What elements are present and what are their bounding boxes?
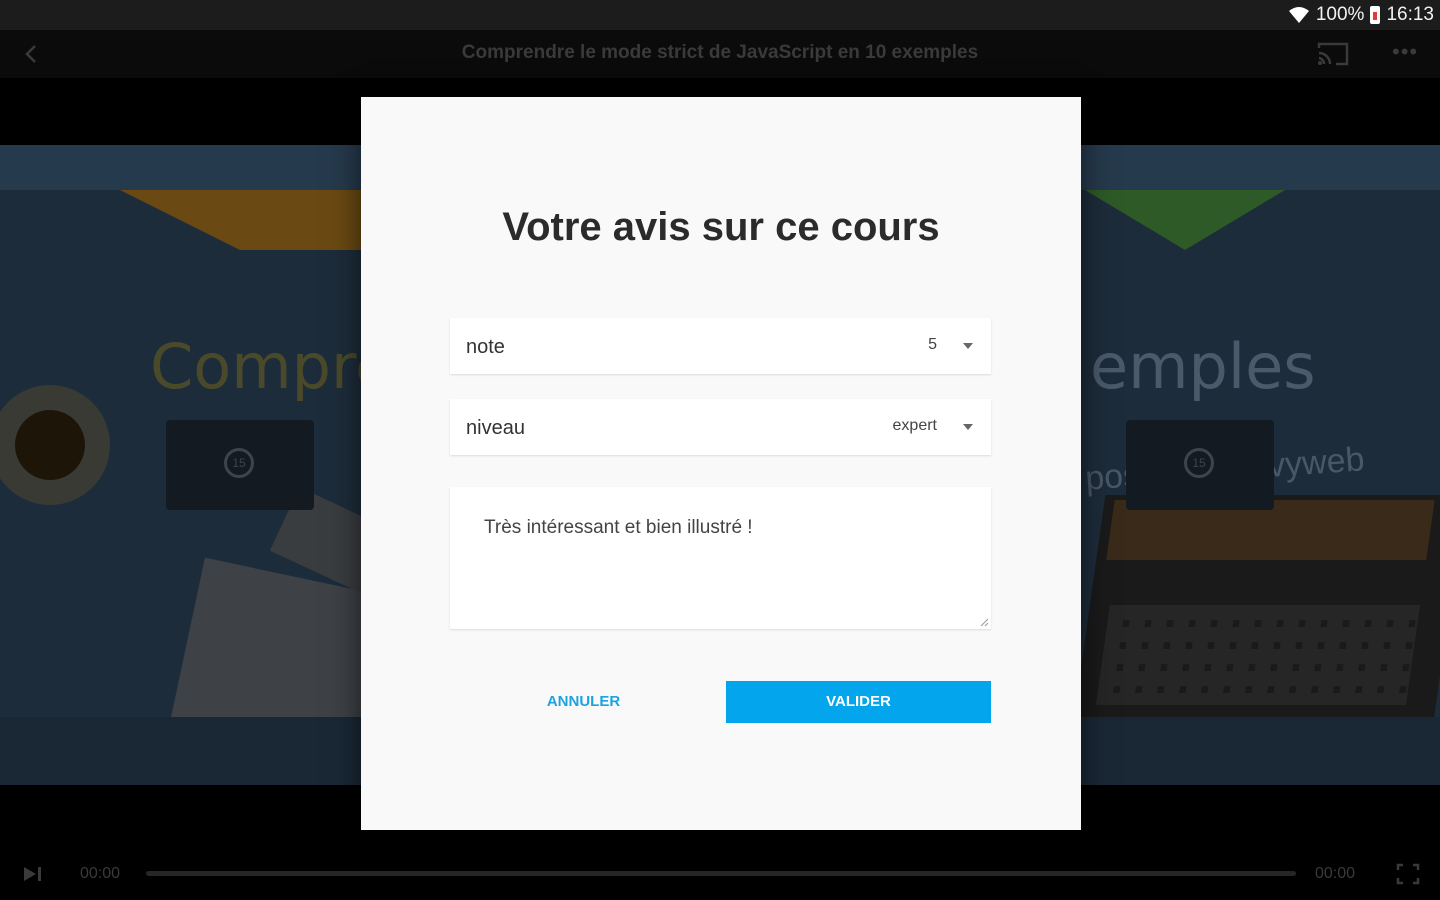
review-dialog: Votre avis sur ce cours note 5 niveau ex… (361, 97, 1081, 830)
note-label: note (466, 336, 505, 358)
resize-handle-icon[interactable] (979, 617, 989, 627)
submit-button[interactable]: VALIDER (726, 681, 991, 723)
niveau-label: niveau (466, 417, 525, 439)
dropdown-arrow-icon (963, 424, 973, 430)
comment-text: Très intéressant et bien illustré ! (484, 517, 753, 538)
niveau-select[interactable]: niveau expert (450, 399, 991, 455)
comment-textarea[interactable]: Très intéressant et bien illustré ! (450, 487, 991, 629)
niveau-value: expert (892, 417, 937, 434)
note-select[interactable]: note 5 (450, 318, 991, 374)
dropdown-arrow-icon (963, 343, 973, 349)
note-value: 5 (928, 336, 937, 353)
modal-overlay: Votre avis sur ce cours note 5 niveau ex… (0, 0, 1440, 900)
dialog-title: Votre avis sur ce cours (502, 205, 940, 249)
cancel-button[interactable]: ANNULER (511, 681, 656, 723)
